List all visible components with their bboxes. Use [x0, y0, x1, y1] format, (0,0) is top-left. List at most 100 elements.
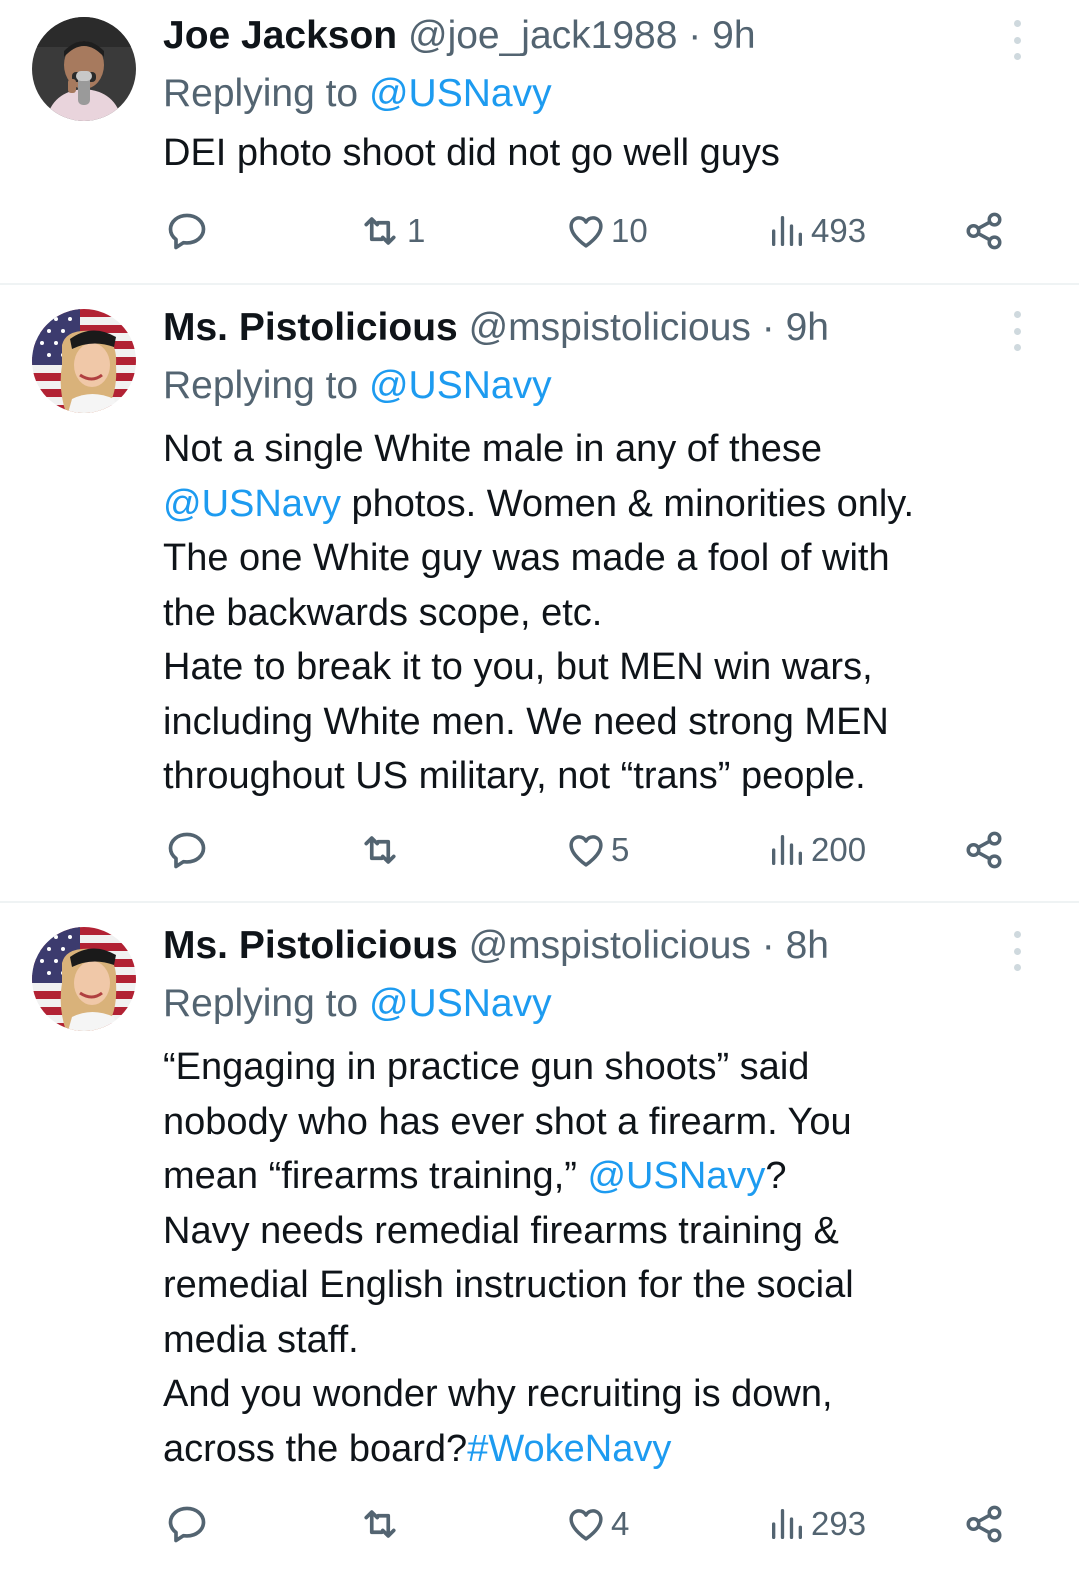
- text-segment: mean “firearms training,”: [163, 1155, 588, 1197]
- more-dot: [1013, 311, 1021, 318]
- user-handle[interactable]: @joe_jack1988: [408, 14, 677, 57]
- tweet-header: Joe Jackson @joe_jack1988 · 9h: [163, 10, 1019, 62]
- mention-link[interactable]: @USNavy: [587, 1155, 765, 1197]
- tweet-text: “Engaging in practice gun shoots” said no…: [163, 1040, 1019, 1476]
- timestamp[interactable]: 9h: [712, 14, 755, 57]
- views-button[interactable]: 200: [767, 826, 866, 874]
- tweet-2[interactable]: Ms. Pistolicious @mspistolicious · 9h Re…: [0, 285, 1079, 900]
- tweet-text-line: Not a single White male in any of these: [163, 422, 1019, 477]
- user-handle[interactable]: @mspistolicious: [469, 924, 751, 967]
- text-segment: And you wonder why recruiting is down,: [163, 1373, 833, 1415]
- retweet-button[interactable]: [357, 826, 407, 874]
- tweet-text-line: Navy needs remedial firearms training &: [163, 1204, 1019, 1259]
- replying-to-mention[interactable]: @USNavy: [369, 72, 552, 115]
- user-handle[interactable]: @mspistolicious: [469, 306, 751, 349]
- share-button[interactable]: [963, 826, 1005, 874]
- share-button[interactable]: [963, 1500, 1005, 1548]
- text-segment: the backwards scope, etc.: [163, 591, 603, 634]
- text-segment: photos. Women & minorities only.: [340, 482, 915, 525]
- replying-to-mention[interactable]: @USNavy: [369, 364, 552, 407]
- views-chart-icon: [772, 216, 802, 246]
- text-segment: nobody who has ever shot a firearm. You: [163, 1100, 852, 1143]
- mention-link[interactable]: @USNavy: [163, 483, 341, 525]
- text-segment: DEI photo shoot did not go well guys: [163, 132, 780, 174]
- views-count: 293: [811, 1505, 867, 1542]
- tweet-text-line: Hate to break it to you, but MEN win war…: [163, 640, 1019, 695]
- like-button[interactable]: 5: [565, 826, 629, 874]
- like-button[interactable]: 4: [565, 1500, 629, 1548]
- more-options-button[interactable]: [1005, 931, 1029, 971]
- like-count: 5: [611, 831, 630, 868]
- share-button[interactable]: [963, 207, 1005, 255]
- more-dot: [1013, 20, 1021, 27]
- text-segment: ?: [765, 1155, 787, 1197]
- replying-to-label: Replying to: [163, 364, 359, 407]
- tweet-text: DEI photo shoot did not go well guys: [163, 126, 1019, 181]
- display-name[interactable]: Joe Jackson: [163, 14, 397, 57]
- reply-button[interactable]: [165, 1500, 213, 1548]
- tweet-text-line: nobody who has ever shot a firearm. You: [163, 1095, 1019, 1150]
- text-segment: Not a single White male in any of these: [163, 428, 823, 470]
- tweet-actions: 1 10 493: [163, 207, 1023, 255]
- reply-button[interactable]: [165, 207, 213, 255]
- text-segment: across the board?: [163, 1427, 468, 1470]
- tweet-1[interactable]: Joe Jackson @joe_jack1988 · 9h Replying …: [0, 0, 1079, 283]
- text-segment: remedial English instruction for the soc…: [163, 1264, 854, 1306]
- text-segment: “Engaging in practice gun shoots” said: [163, 1046, 810, 1088]
- tweet-text-line: the backwards scope, etc.: [163, 586, 1019, 641]
- views-count: 200: [811, 831, 867, 868]
- tweet-text-line: “Engaging in practice gun shoots” said: [163, 1040, 1019, 1095]
- retweet-icon: [364, 217, 396, 245]
- tweet-text-line: mean “firearms training,” @USNavy?: [163, 1149, 1019, 1204]
- more-dot: [1013, 53, 1021, 60]
- timestamp[interactable]: 9h: [786, 306, 829, 349]
- tweet-text-line: The one White guy was made a fool of wit…: [163, 531, 1019, 586]
- separator-dot: ·: [761, 306, 775, 349]
- hashtag-link[interactable]: #WokeNavy: [467, 1428, 671, 1470]
- timestamp[interactable]: 8h: [786, 924, 829, 967]
- more-dot: [1013, 36, 1021, 44]
- tweet-text-line: media staff.: [163, 1313, 1019, 1368]
- tweet-text-line: DEI photo shoot did not go well guys: [163, 126, 1019, 181]
- views-button[interactable]: 493: [767, 207, 866, 255]
- avatar[interactable]: [32, 927, 136, 1031]
- retweet-icon: [364, 836, 396, 864]
- tweet-text-line: including White men. We need strong MEN: [163, 695, 1019, 750]
- replying-to-label: Replying to: [163, 72, 359, 115]
- tweet-text-line: And you wonder why recruiting is down,: [163, 1367, 1019, 1422]
- tweet-3[interactable]: Ms. Pistolicious @mspistolicious · 8h Re…: [0, 903, 1079, 1581]
- heart-icon: [569, 1509, 603, 1541]
- more-dot: [1013, 931, 1021, 938]
- tweet-text: Not a single White male in any of these @…: [163, 422, 1019, 804]
- reply-button[interactable]: [165, 826, 213, 874]
- replying-to-line: Replying to @USNavy: [163, 68, 1019, 120]
- text-segment: The one White guy was made a fool of wit…: [163, 537, 890, 579]
- display-name[interactable]: Ms. Pistolicious: [163, 924, 458, 967]
- more-dot: [1013, 964, 1021, 971]
- woman-with-flag-avatar-icon: [32, 309, 136, 413]
- heart-icon: [569, 216, 603, 248]
- more-options-button[interactable]: [1005, 20, 1029, 60]
- views-chart-icon: [772, 1509, 802, 1539]
- avatar[interactable]: [32, 309, 136, 413]
- retweet-button[interactable]: [357, 1500, 407, 1548]
- text-segment: media staff.: [163, 1318, 359, 1361]
- display-name[interactable]: Ms. Pistolicious: [163, 306, 458, 349]
- retweet-button[interactable]: 1: [357, 207, 425, 255]
- more-dot: [1013, 327, 1021, 335]
- more-options-button[interactable]: [1005, 311, 1029, 351]
- person-with-microphone-avatar-icon: [32, 17, 136, 121]
- separator-dot: ·: [688, 14, 702, 57]
- replying-to-mention[interactable]: @USNavy: [369, 982, 552, 1025]
- avatar[interactable]: [32, 17, 136, 121]
- views-chart-icon: [772, 835, 802, 865]
- text-segment: Hate to break it to you, but MEN win war…: [163, 646, 873, 688]
- like-button[interactable]: 10: [565, 207, 648, 255]
- replying-to-line: Replying to @USNavy: [163, 978, 1019, 1030]
- text-segment: Navy needs remedial firearms training &: [163, 1209, 839, 1252]
- text-segment: including White men. We need strong MEN: [163, 700, 889, 743]
- views-button[interactable]: 293: [767, 1500, 866, 1548]
- text-segment: throughout US military, not “trans” peop…: [163, 755, 866, 797]
- like-count: 4: [611, 1505, 630, 1542]
- reply-icon: [168, 213, 206, 250]
